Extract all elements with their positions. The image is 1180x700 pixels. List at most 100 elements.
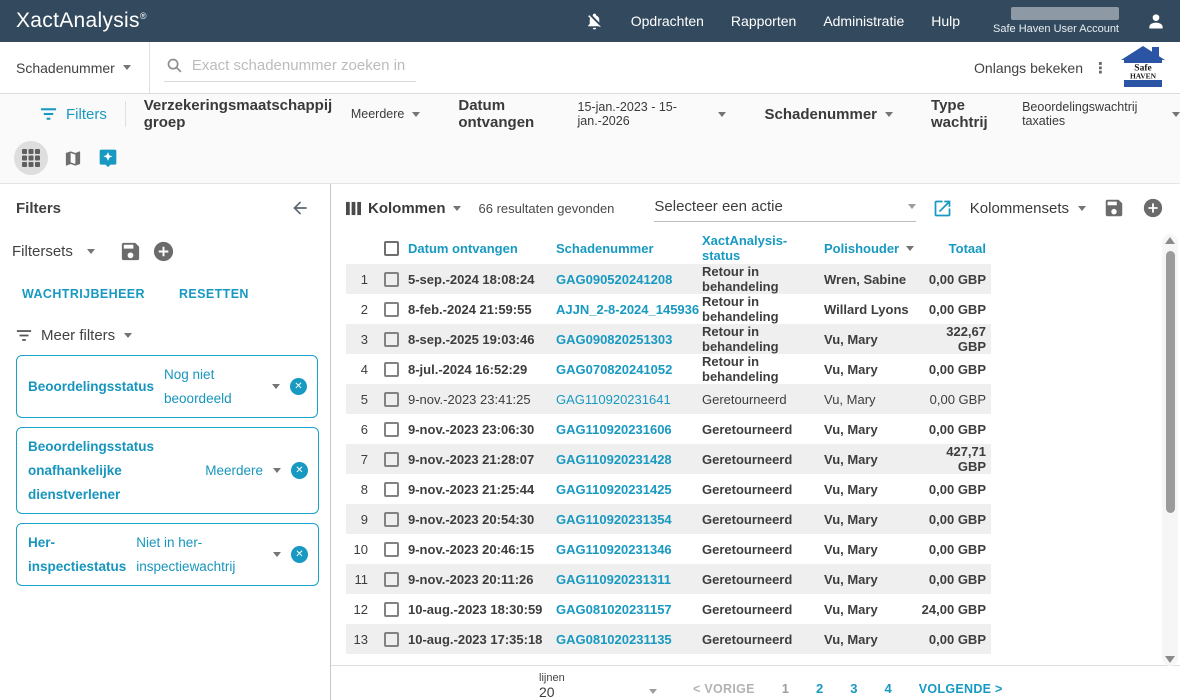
row-checkbox[interactable] (384, 272, 399, 287)
active-filter-chips: BeoordelingsstatusNog niet beoordeeld✕Be… (16, 355, 318, 586)
cell-total: 0,00 GBP (920, 422, 991, 437)
chevron-down-icon[interactable] (273, 552, 281, 557)
save-filterset-icon[interactable] (119, 240, 142, 263)
chevron-down-icon[interactable] (87, 249, 95, 254)
vertical-scrollbar[interactable] (1162, 234, 1178, 666)
filter-label: Schadenummer (764, 106, 877, 123)
queue-badge-icon[interactable] (98, 148, 118, 168)
cell-claim-number-link[interactable]: AJJN_2-8-2024_145936 (556, 302, 702, 317)
remove-chip-icon[interactable]: ✕ (290, 378, 307, 395)
table-row: 109-nov.-2023 20:46:15GAG110920231346Ger… (346, 534, 991, 564)
chevron-down-icon (412, 112, 420, 117)
row-checkbox[interactable] (384, 452, 399, 467)
scrollbar-thumb[interactable] (1166, 251, 1175, 513)
cell-claim-number-link[interactable]: GAG110920231641 (556, 392, 702, 407)
row-checkbox[interactable] (384, 632, 399, 647)
col-header-status[interactable]: XactAnalysis-status (702, 233, 824, 263)
action-select[interactable]: Selecteer een actie (654, 194, 916, 222)
cell-status: Geretourneerd (702, 542, 824, 557)
row-checkbox[interactable] (384, 422, 399, 437)
row-checkbox[interactable] (384, 332, 399, 347)
table-row: 48-jul.-2024 16:52:29GAG070820241052Reto… (346, 354, 991, 384)
user-account[interactable]: Safe Haven User Account (993, 7, 1119, 35)
page-button-3[interactable]: 3 (850, 681, 857, 696)
scroll-down-arrow[interactable] (1165, 656, 1175, 663)
page-button-2[interactable]: 2 (816, 681, 823, 696)
cell-claim-number-link[interactable]: GAG081020231157 (556, 602, 702, 617)
save-columnset-icon[interactable] (1103, 197, 1125, 219)
row-checkbox[interactable] (384, 542, 399, 557)
row-checkbox[interactable] (384, 512, 399, 527)
table-body: 15-sep.-2024 18:08:24GAG090520241208Reto… (346, 264, 991, 654)
row-checkbox[interactable] (384, 302, 399, 317)
cell-claim-number-link[interactable]: GAG110920231606 (556, 422, 702, 437)
queue-management-button[interactable]: WACHTRIJBEHEER (22, 287, 145, 301)
row-checkbox[interactable] (384, 572, 399, 587)
map-view-icon[interactable] (63, 149, 83, 168)
filter-bar-item-1[interactable]: Datum ontvangen15-jan.-2023 - 15-jan.-20… (458, 97, 726, 131)
grid-view-button[interactable] (14, 141, 48, 175)
remove-chip-icon[interactable]: ✕ (291, 546, 308, 563)
filter-bar-item-0[interactable]: Verzekeringsmaatschappij groepMeerdere (144, 97, 421, 131)
col-header-holder[interactable]: Polishouder (824, 241, 920, 256)
page-button-4[interactable]: 4 (885, 681, 892, 696)
row-checkbox[interactable] (384, 392, 399, 407)
cell-claim-number-link[interactable]: GAG070820241052 (556, 362, 702, 377)
next-page-button[interactable]: VOLGENDE > (919, 682, 1003, 696)
cell-claim-number-link[interactable]: GAG110920231346 (556, 542, 702, 557)
filter-value: Meerdere (351, 107, 405, 121)
action-select-value: Selecteer een actie (654, 198, 782, 215)
search-category-dropdown[interactable]: Schadenummer (0, 42, 149, 93)
row-checkbox[interactable] (384, 602, 399, 617)
cell-claim-number-link[interactable]: GAG110920231311 (556, 572, 702, 587)
more-filters-toggle[interactable]: Meer filters (16, 327, 318, 344)
app-logo: XactAnalysis® (16, 9, 147, 33)
collapse-sidebar-icon[interactable] (290, 198, 310, 218)
select-all-checkbox[interactable] (384, 241, 399, 256)
row-checkbox[interactable] (384, 362, 399, 377)
chevron-down-icon[interactable] (273, 468, 281, 473)
add-columnset-icon[interactable] (1142, 197, 1164, 219)
columnsets-dropdown[interactable]: Kolommensets (970, 200, 1086, 217)
columns-button[interactable]: Kolommen (346, 200, 461, 217)
col-header-date[interactable]: Datum ontvangen (408, 241, 556, 256)
results-count: 66 resultaten gevonden (479, 201, 615, 216)
divider (149, 42, 150, 93)
filter-bar-item-2[interactable]: Schadenummer (764, 106, 893, 123)
cell-claim-number-link[interactable]: GAG110920231425 (556, 482, 702, 497)
results-toolbar: Kolommen 66 resultaten gevonden Selectee… (331, 184, 1180, 232)
cell-claim-number-link[interactable]: GAG090520241208 (556, 272, 702, 287)
recently-viewed-label[interactable]: Onlangs bekeken (974, 60, 1083, 76)
cell-claim-number-link[interactable]: GAG110920231354 (556, 512, 702, 527)
open-in-new-icon[interactable] (932, 198, 953, 219)
chevron-down-icon (718, 112, 726, 117)
notifications-off-icon[interactable] (585, 12, 604, 31)
remove-chip-icon[interactable]: ✕ (291, 462, 308, 479)
lines-per-page-select[interactable]: lijnen 20 (539, 672, 661, 700)
nav-item-administratie[interactable]: Administratie (823, 13, 904, 29)
col-header-claim[interactable]: Schadenummer (556, 241, 702, 256)
person-icon[interactable] (1146, 11, 1166, 31)
cell-total: 427,71 GBP (920, 444, 991, 474)
scroll-up-arrow[interactable] (1165, 237, 1175, 244)
results-table: Datum ontvangen Schadenummer XactAnalysi… (346, 232, 991, 654)
nav-item-rapporten[interactable]: Rapporten (731, 13, 796, 29)
chevron-down-icon[interactable] (272, 384, 280, 389)
search-input[interactable] (192, 57, 407, 74)
cell-claim-number-link[interactable]: GAG081020231135 (556, 632, 702, 647)
kebab-menu-icon[interactable]: ⋮ (1093, 59, 1108, 77)
cell-claim-number-link[interactable]: GAG110920231428 (556, 452, 702, 467)
cell-claim-number-link[interactable]: GAG090820251303 (556, 332, 702, 347)
add-filterset-icon[interactable] (152, 240, 175, 263)
col-header-total[interactable]: Totaal (920, 241, 991, 256)
filters-toggle[interactable]: Filters (40, 106, 107, 123)
filter-bar-item-3[interactable]: Type wachtrijBeoordelingswachtrij taxati… (931, 97, 1180, 131)
row-checkbox[interactable] (384, 482, 399, 497)
reset-button[interactable]: RESETTEN (179, 287, 249, 301)
nav-item-opdrachten[interactable]: Opdrachten (631, 13, 704, 29)
filtersets-label[interactable]: Filtersets (12, 243, 73, 260)
nav-item-hulp[interactable]: Hulp (931, 13, 960, 29)
chip-value: Meerdere (205, 459, 263, 483)
cell-date-received: 9-nov.-2023 23:06:30 (408, 422, 556, 437)
view-switcher (0, 134, 1180, 183)
